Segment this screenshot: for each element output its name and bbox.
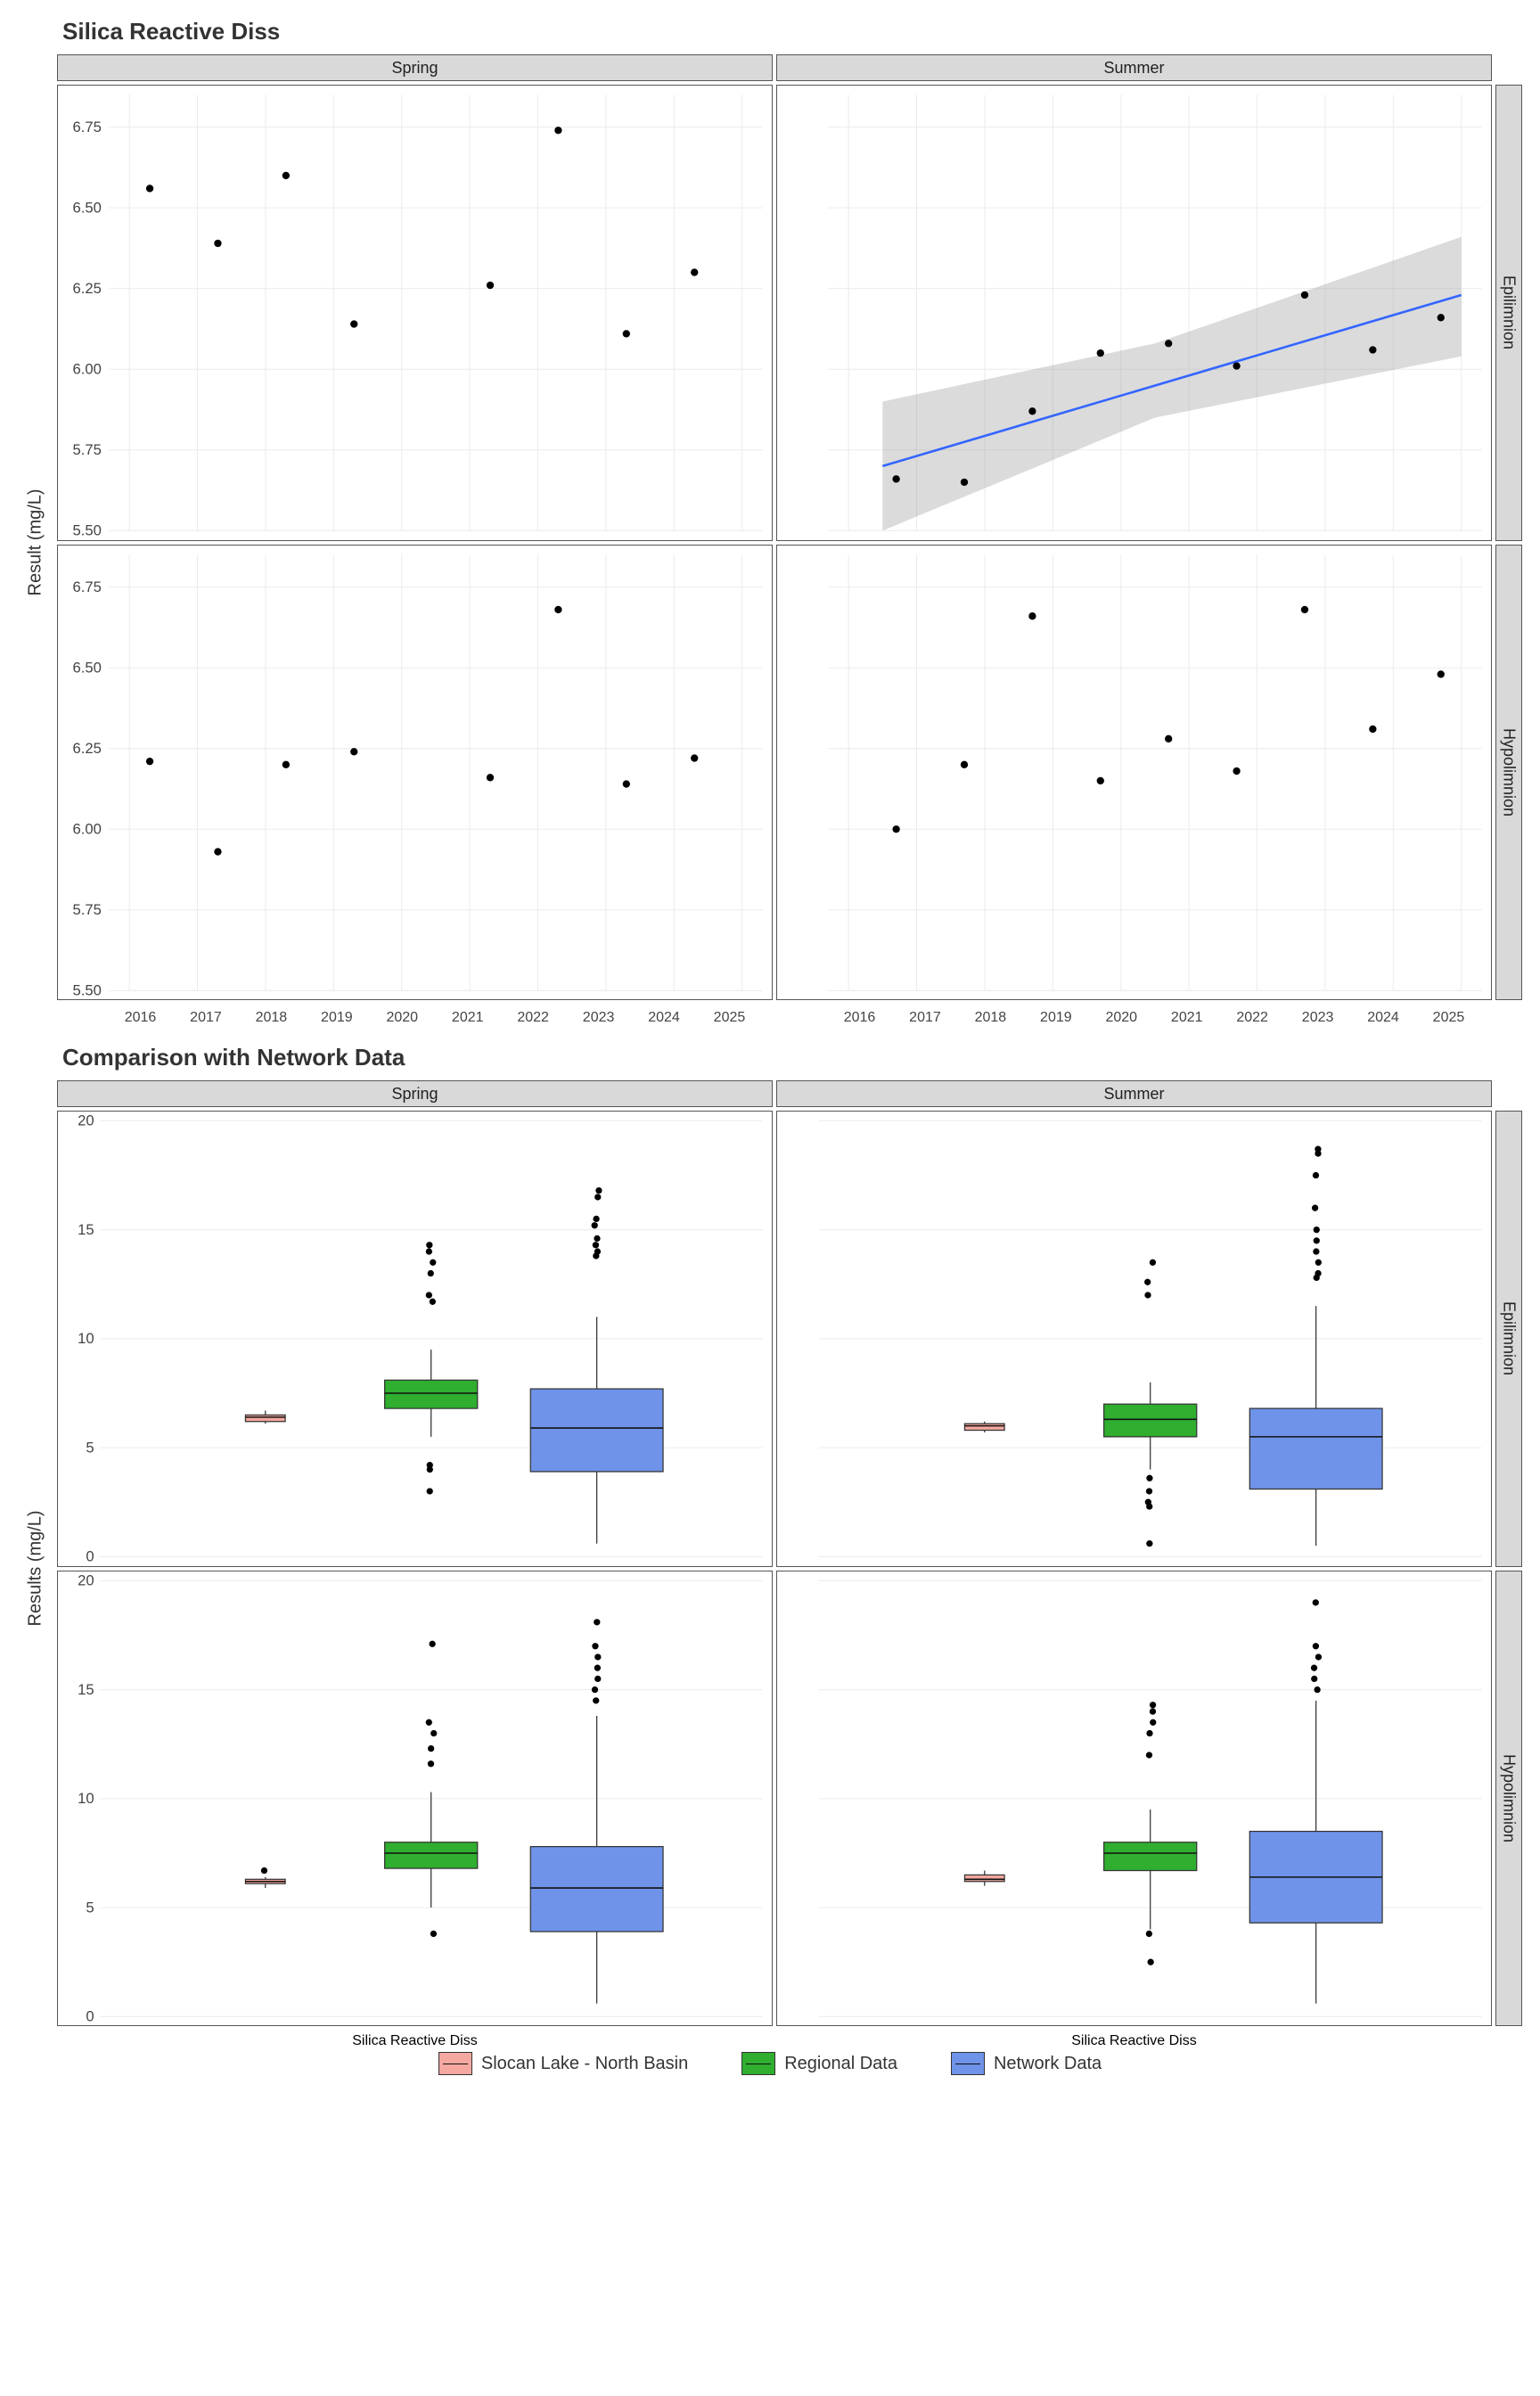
scatter-chart-block: Silica Reactive Diss Spring Summer Resul…: [18, 18, 1522, 999]
box-facet-grid: Spring Summer Results (mg/L) 0 5 10 15 20 Ep…: [18, 1080, 1522, 2025]
svg-text:2018: 2018: [975, 1010, 1007, 1025]
svg-text:6.50: 6.50: [73, 199, 102, 216]
svg-text:20: 20: [78, 1571, 94, 1588]
svg-text:2025: 2025: [714, 1010, 746, 1025]
box-panel-spring-hypolimnion: 0 5 10 15 20: [57, 1571, 773, 2027]
facet-row-hypolimnion-2: Hypolimnion: [1495, 1571, 1522, 2027]
facet-col-summer-2: Summer: [776, 1080, 1492, 1107]
chart-title-2: Comparison with Network Data: [62, 1044, 1522, 1071]
legend-key-icon: [438, 2052, 472, 2075]
svg-text:6.25: 6.25: [73, 280, 102, 297]
svg-text:6.00: 6.00: [73, 820, 102, 837]
facet-row-epilimnion-2: Epilimnion: [1495, 1111, 1522, 1567]
x-axis-scatter: 2016 2017 2018 2019 2020 2021 2022 2023 2024 2025…: [57, 1004, 1492, 1030]
legend-label: Slocan Lake - North Basin: [481, 2054, 688, 2074]
svg-text:2020: 2020: [386, 1010, 418, 1025]
svg-text:15: 15: [78, 1221, 94, 1238]
chart-title-1: Silica Reactive Diss: [62, 18, 1522, 45]
svg-text:2016: 2016: [125, 1010, 157, 1025]
legend-label: Regional Data: [784, 2054, 897, 2074]
facet-row-hypolimnion: Hypolimnion: [1495, 545, 1522, 1001]
y-axis-title-1: Result (mg/L): [18, 85, 53, 1000]
svg-text:2018: 2018: [256, 1010, 288, 1025]
svg-text:5.50: 5.50: [73, 522, 102, 539]
panel-summer-epilimnion: [776, 85, 1492, 541]
svg-text:5.50: 5.50: [73, 981, 102, 998]
panel-spring-epilimnion: 5.50 5.75 6.00 6.25 6.50 6.75: [57, 85, 773, 541]
svg-text:6.75: 6.75: [73, 578, 102, 595]
svg-text:2024: 2024: [648, 1010, 680, 1025]
svg-text:0: 0: [86, 1548, 94, 1565]
svg-text:6.25: 6.25: [73, 740, 102, 757]
svg-text:2017: 2017: [909, 1010, 941, 1025]
svg-text:2020: 2020: [1105, 1010, 1137, 1025]
facet-col-spring-2: Spring: [57, 1080, 773, 1107]
box-panel-summer-hypolimnion: [776, 1571, 1492, 2027]
legend-item-network: Network Data: [951, 2052, 1102, 2075]
svg-text:2025: 2025: [1433, 1010, 1465, 1025]
facet-col-spring: Spring: [57, 54, 773, 81]
svg-text:20: 20: [78, 1112, 94, 1129]
legend-item-regional: Regional Data: [741, 2052, 897, 2075]
svg-text:5.75: 5.75: [73, 901, 102, 918]
svg-text:0: 0: [86, 2007, 94, 2024]
panel-spring-hypolimnion: 5.50 5.75 6.00 6.25 6.50 6.75: [57, 545, 773, 1001]
legend-key-icon: [951, 2052, 985, 2075]
svg-text:10: 10: [78, 1330, 94, 1347]
legend-item-slocan: Slocan Lake - North Basin: [438, 2052, 688, 2075]
box-panel-summer-epilimnion: [776, 1111, 1492, 1567]
svg-text:6.00: 6.00: [73, 360, 102, 377]
legend-key-icon: [741, 2052, 775, 2075]
svg-text:6.50: 6.50: [73, 659, 102, 676]
box-panel-spring-epilimnion: 0 5 10 15 20: [57, 1111, 773, 1567]
panel-summer-hypolimnion: [776, 545, 1492, 1001]
svg-text:2022: 2022: [517, 1010, 549, 1025]
svg-text:2019: 2019: [321, 1010, 353, 1025]
svg-text:2023: 2023: [1302, 1010, 1334, 1025]
svg-text:2021: 2021: [452, 1010, 484, 1025]
svg-text:6.75: 6.75: [73, 119, 102, 135]
svg-text:10: 10: [78, 1790, 94, 1807]
svg-text:2022: 2022: [1236, 1010, 1268, 1025]
y-axis-title-2: Results (mg/L): [18, 1111, 53, 2026]
svg-text:5: 5: [86, 1899, 94, 1916]
svg-text:2021: 2021: [1171, 1010, 1203, 1025]
facet-col-summer: Summer: [776, 54, 1492, 81]
facet-row-epilimnion: Epilimnion: [1495, 85, 1522, 541]
svg-text:2017: 2017: [190, 1010, 222, 1025]
svg-text:2016: 2016: [844, 1010, 876, 1025]
scatter-facet-grid: Spring Summer Result (mg/L) 5.50 5.75 6.00…: [18, 54, 1522, 999]
svg-text:5: 5: [86, 1439, 94, 1456]
svg-text:2023: 2023: [583, 1010, 615, 1025]
svg-text:15: 15: [78, 1681, 94, 1698]
box-chart-block: Comparison with Network Data Spring Summ…: [18, 1044, 1522, 2075]
legend-label: Network Data: [994, 2054, 1102, 2074]
svg-text:2024: 2024: [1367, 1010, 1399, 1025]
svg-text:5.75: 5.75: [73, 441, 102, 458]
svg-text:2019: 2019: [1040, 1010, 1072, 1025]
